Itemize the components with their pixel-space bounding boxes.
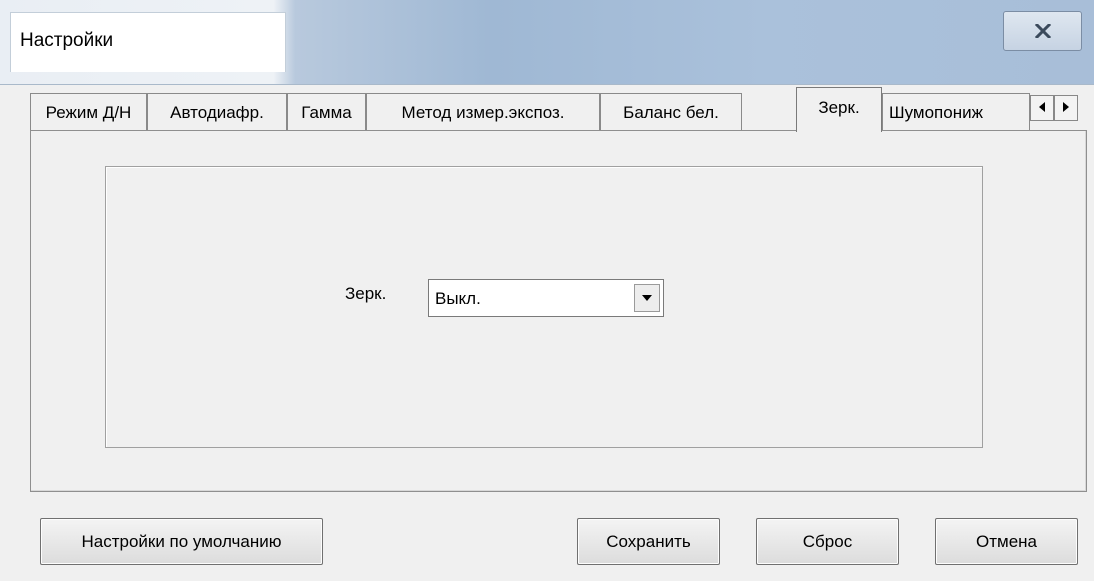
tab-gamma[interactable]: Гамма (287, 93, 366, 131)
tab-scroll-left-button[interactable] (1030, 95, 1054, 121)
button-label: Настройки по умолчанию (81, 531, 282, 551)
tab-label: Шумопониж (889, 102, 983, 122)
button-label: Сохранить (606, 531, 691, 551)
save-button[interactable]: Сохранить (577, 518, 720, 565)
tab-label: Режим Д/Н (45, 102, 132, 122)
mirror-label: Зерк. (345, 284, 387, 303)
tab-label: Метод измер.экспоз. (401, 102, 565, 122)
chevron-down-icon (641, 289, 653, 307)
button-label: Сброс (802, 531, 853, 551)
default-settings-button[interactable]: Настройки по умолчанию (40, 518, 323, 565)
reset-button[interactable]: Сброс (756, 518, 899, 565)
tab-strip: Режим Д/Н Автодиафр. Гамма Метод измер.э… (30, 87, 1086, 132)
tab-label: Зерк. (818, 98, 860, 117)
cancel-button[interactable]: Отмена (935, 518, 1078, 565)
tab-label: Гамма (301, 102, 352, 122)
tab-day-night[interactable]: Режим Д/Н (30, 93, 147, 131)
button-label: Отмена (976, 531, 1037, 551)
close-button[interactable] (1003, 11, 1082, 51)
tab-mirror[interactable]: Зерк. (796, 87, 882, 132)
mirror-select-value: Выкл. (435, 289, 481, 308)
tab-exposure-metering[interactable]: Метод измер.экспоз. (366, 93, 600, 131)
mirror-groupbox: Зерк. Выкл. (105, 166, 983, 448)
tab-auto-iris[interactable]: Автодиафр. (147, 93, 287, 131)
tab-noise-reduction[interactable]: Шумопониж (882, 93, 1030, 131)
tab-label: Баланс бел. (623, 102, 719, 122)
window-title: Настройки (20, 30, 114, 51)
tab-white-balance[interactable]: Баланс бел. (600, 93, 742, 131)
close-icon (1034, 24, 1051, 38)
tab-scroll-right-button[interactable] (1054, 95, 1078, 121)
dropdown-button[interactable] (634, 284, 660, 312)
arrow-right-icon (1062, 99, 1070, 117)
mirror-select[interactable]: Выкл. (428, 279, 664, 317)
tab-label: Автодиафр. (170, 102, 264, 122)
settings-dialog: Настройки Режим Д/Н Автодиафр. Гамма Мет… (0, 0, 1094, 581)
tab-panel-mirror: Зерк. Выкл. (30, 130, 1087, 492)
title-bar[interactable]: Настройки (0, 0, 1094, 85)
arrow-left-icon (1038, 99, 1046, 117)
